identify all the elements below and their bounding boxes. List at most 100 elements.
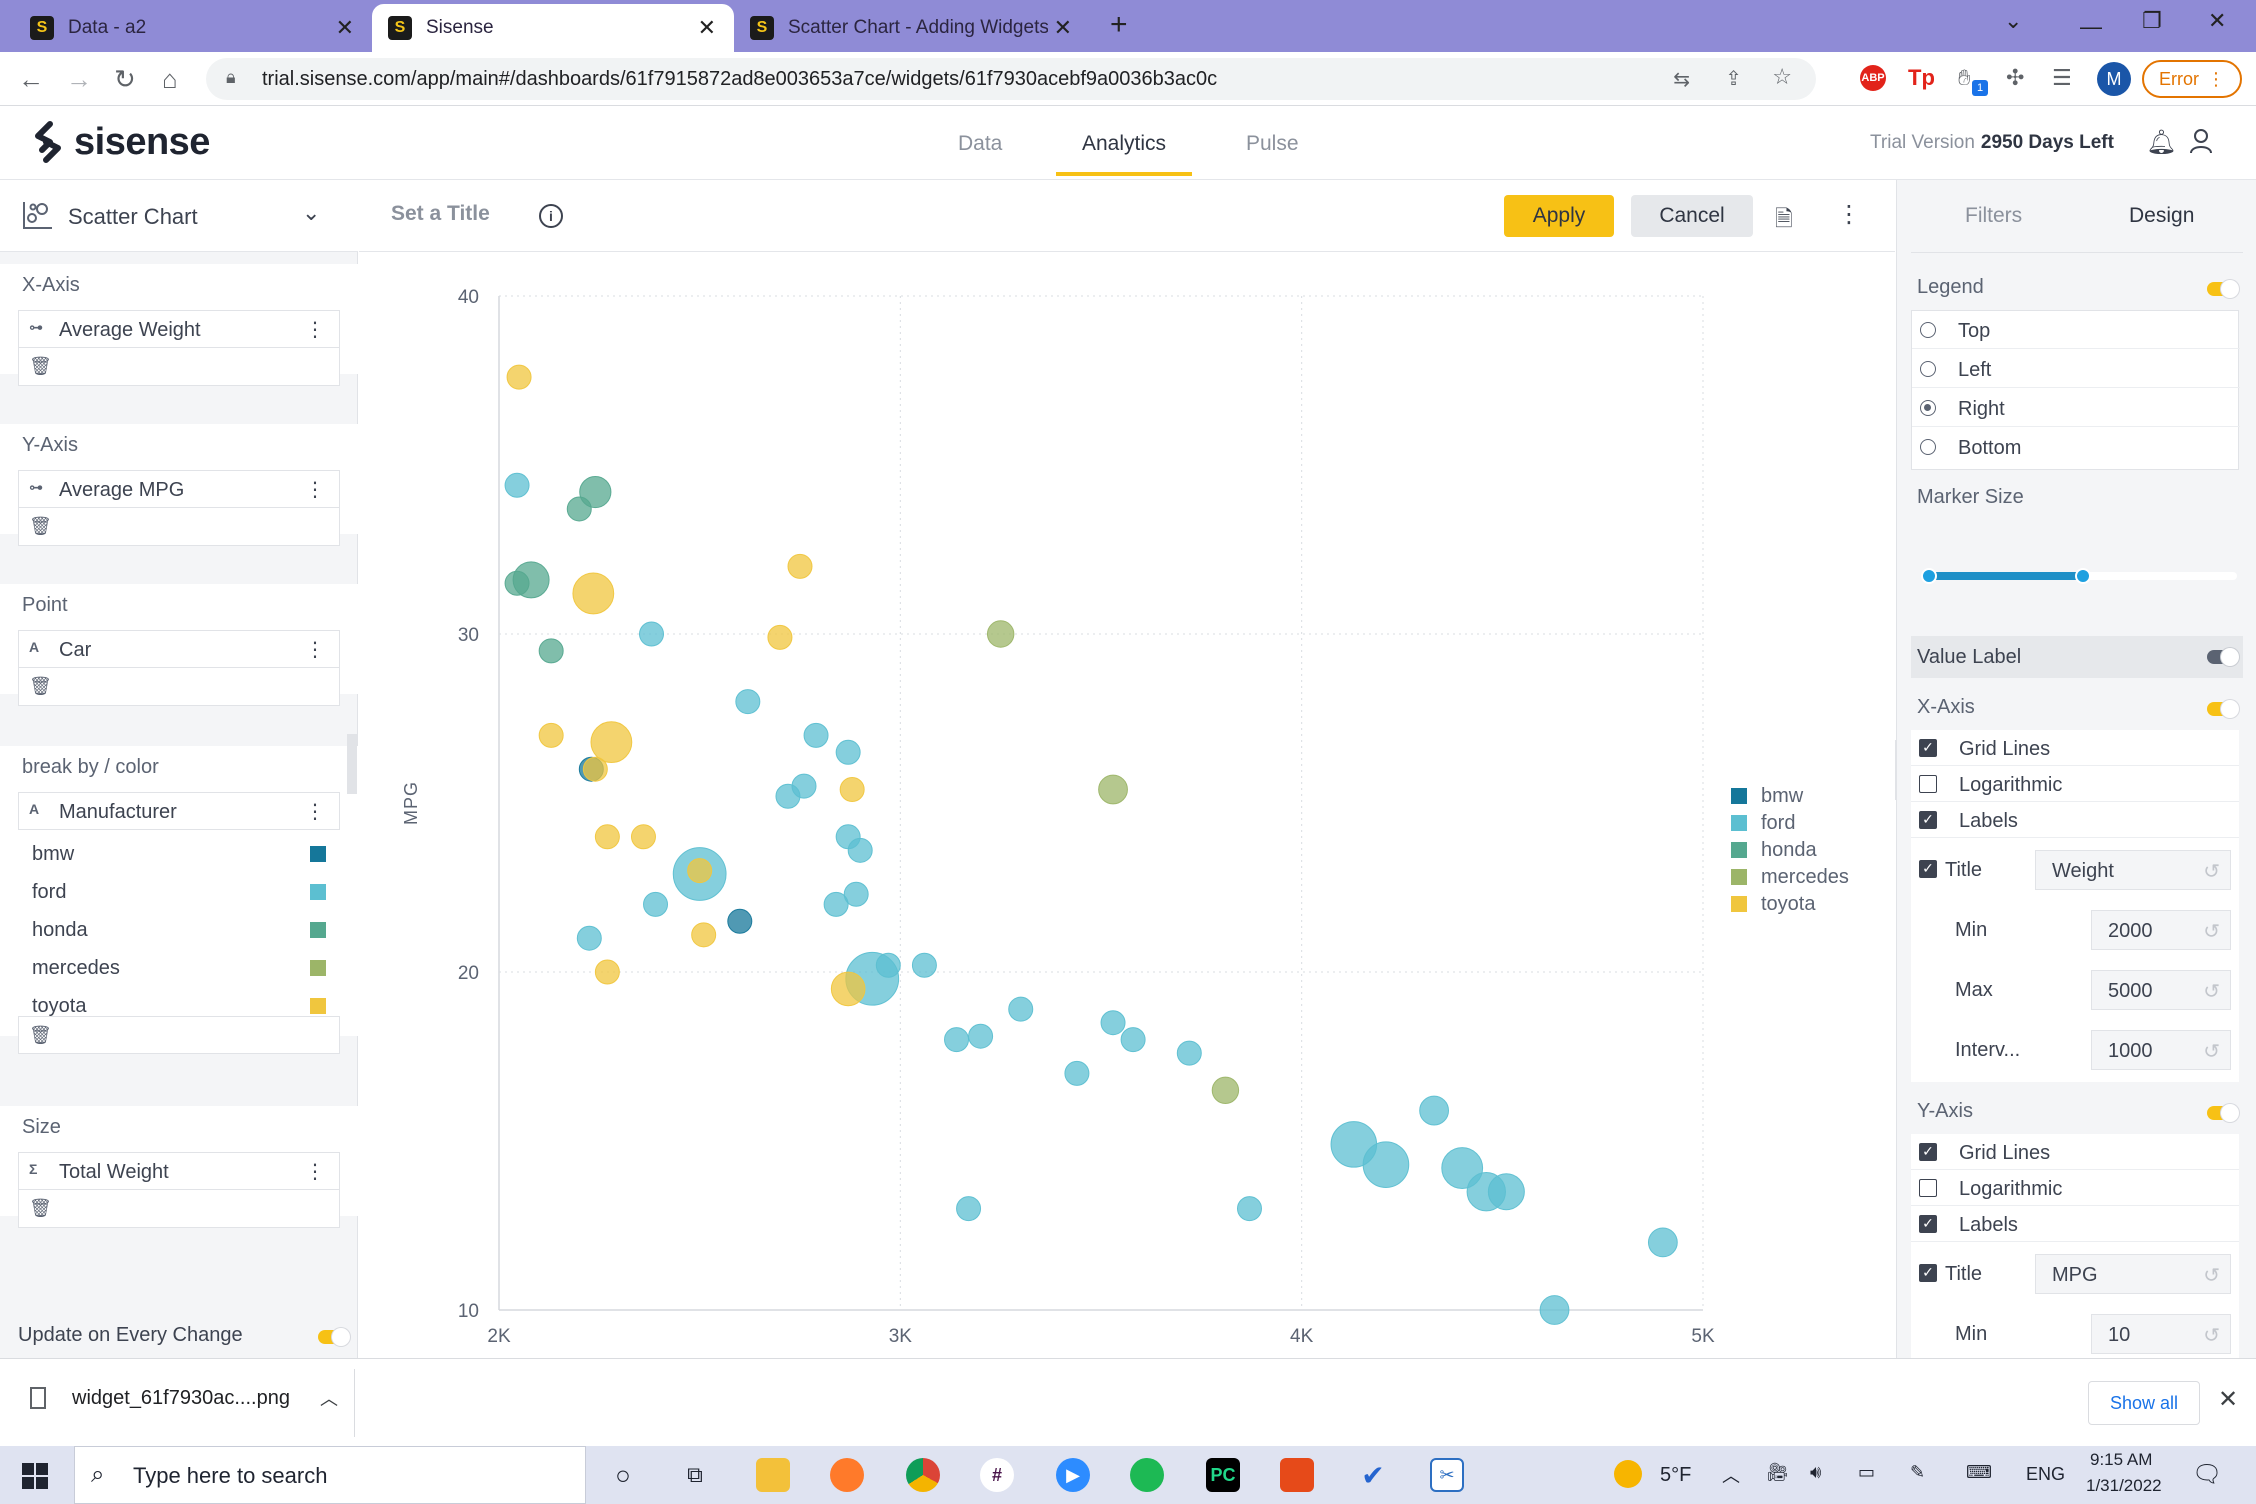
pen-icon[interactable]: ✎ xyxy=(1910,1462,1925,1483)
nav-data[interactable]: Data xyxy=(958,132,1002,156)
clock-time[interactable]: 9:15 AM xyxy=(2090,1450,2152,1470)
url-field[interactable]: 🔒︎ trial.sisense.com/app/main#/dashboard… xyxy=(206,58,1816,100)
close-window-icon[interactable]: ✕ xyxy=(2208,8,2226,34)
reload-icon[interactable]: ↻ xyxy=(114,64,136,95)
color-swatch[interactable] xyxy=(310,922,326,938)
xaxis-field[interactable]: ⊶ Average Weight ⋮ xyxy=(18,310,340,348)
profile-avatar[interactable]: M xyxy=(2097,62,2131,96)
color-swatch[interactable] xyxy=(310,884,326,900)
todo-check-icon[interactable]: ✔ xyxy=(1356,1458,1390,1492)
volume-icon[interactable]: 🔊︎ xyxy=(1810,1462,1821,1483)
radio-button[interactable] xyxy=(1920,322,1936,338)
taskbar-search-box[interactable]: ⌕ Type here to search xyxy=(74,1446,586,1504)
left-panel-collapse-handle[interactable] xyxy=(347,734,357,794)
point-field[interactable]: A Car ⋮ xyxy=(18,630,340,668)
trash-icon[interactable]: 🗑︎ xyxy=(29,1025,52,1046)
field-menu-icon[interactable]: ⋮ xyxy=(305,1159,325,1184)
field-menu-icon[interactable]: ⋮ xyxy=(305,799,325,824)
home-icon[interactable]: ⌂ xyxy=(162,64,178,95)
cancel-button[interactable]: Cancel xyxy=(1631,195,1753,237)
browser-tab-sisense[interactable]: S Sisense ✕ xyxy=(372,4,734,52)
close-icon[interactable]: ✕ xyxy=(698,15,716,41)
chart-type-selector[interactable]: Scatter Chart ⌄ xyxy=(0,180,358,252)
windows-start-icon[interactable] xyxy=(22,1463,48,1489)
xaxis-logarithmic-row[interactable]: Logarithmic xyxy=(1911,766,2239,802)
nav-analytics[interactable]: Analytics xyxy=(1082,132,1166,156)
firefox-icon[interactable] xyxy=(830,1458,864,1492)
yaxis-logarithmic-row[interactable]: Logarithmic xyxy=(1911,1170,2239,1206)
reset-icon[interactable]: ↺ xyxy=(2203,1039,2220,1064)
color-swatch[interactable] xyxy=(310,846,326,862)
marker-size-min-handle[interactable] xyxy=(1921,568,1937,584)
user-icon[interactable] xyxy=(2190,128,2212,154)
reset-icon[interactable]: ↺ xyxy=(2203,1263,2220,1288)
sisense-logo[interactable]: sisense xyxy=(30,120,210,164)
share-icon[interactable]: ⇪ xyxy=(1725,66,1742,91)
yaxis-labels-row[interactable]: ✓ Labels xyxy=(1911,1206,2239,1242)
trash-icon[interactable]: 🗑︎ xyxy=(29,356,52,377)
yaxis-settings-toggle[interactable] xyxy=(2207,1104,2239,1122)
pycharm-icon[interactable]: PC xyxy=(1206,1458,1240,1492)
extensions-puzzle-icon[interactable]: ✣ xyxy=(2006,65,2024,91)
checkbox[interactable]: ✓ xyxy=(1919,1143,1937,1161)
xaxis-min-input[interactable]: 2000 ↺ xyxy=(2091,910,2231,950)
size-field[interactable]: Σ Total Weight ⋮ xyxy=(18,1152,340,1190)
adblock-extension-icon[interactable]: ABP xyxy=(1860,65,1886,91)
trash-icon[interactable]: 🗑︎ xyxy=(29,1198,52,1219)
color-row-ford[interactable]: ford xyxy=(18,872,340,910)
yaxis-title-input[interactable]: MPG ↺ xyxy=(2035,1254,2231,1294)
meet-now-icon[interactable]: 🎥︎ xyxy=(1766,1462,1789,1483)
task-view-icon[interactable]: ⧉ xyxy=(678,1458,712,1492)
xaxis-title-input[interactable]: Weight ↺ xyxy=(2035,850,2231,890)
xaxis-title-checkbox[interactable]: ✓ xyxy=(1919,860,1937,878)
info-icon[interactable]: i xyxy=(539,204,563,228)
more-options-icon[interactable]: ⋮ xyxy=(1837,200,1861,229)
tab-design[interactable]: Design xyxy=(2129,204,2194,228)
translate-icon[interactable]: ⇆ xyxy=(1673,67,1690,92)
legend-option-left[interactable]: Left xyxy=(1912,350,2240,388)
weather-sun-icon[interactable] xyxy=(1614,1460,1642,1488)
new-tab-button[interactable]: + xyxy=(1110,8,1128,42)
color-row-honda[interactable]: honda xyxy=(18,910,340,948)
breakby-field[interactable]: A Manufacturer ⋮ xyxy=(18,792,340,830)
export-file-icon[interactable]: 🗎︎ xyxy=(1775,202,1793,240)
legend-toggle[interactable] xyxy=(2207,280,2239,298)
notifications-icon[interactable]: 🗨︎ xyxy=(2192,1460,2222,1489)
color-swatch[interactable] xyxy=(310,960,326,976)
input-language[interactable]: ENG xyxy=(2026,1464,2065,1485)
chrome-icon[interactable] xyxy=(906,1458,940,1492)
file-explorer-icon[interactable] xyxy=(756,1458,790,1492)
keyboard-icon[interactable]: ⌨ xyxy=(1966,1462,1992,1483)
checkbox[interactable] xyxy=(1919,775,1937,793)
legend-option-bottom[interactable]: Bottom xyxy=(1912,428,2240,466)
radio-button[interactable] xyxy=(1920,400,1936,416)
field-menu-icon[interactable]: ⋮ xyxy=(305,477,325,502)
xaxis-max-input[interactable]: 5000 ↺ xyxy=(2091,970,2231,1010)
reset-icon[interactable]: ↺ xyxy=(2203,1323,2220,1348)
checkbox[interactable]: ✓ xyxy=(1919,811,1937,829)
error-button[interactable]: Error ⋮ xyxy=(2142,60,2242,98)
close-icon[interactable]: ✕ xyxy=(1047,15,1072,41)
trash-icon[interactable]: 🗑︎ xyxy=(29,676,52,697)
clock-date[interactable]: 1/31/2022 xyxy=(2086,1476,2162,1496)
bookmark-star-icon[interactable]: ☆ xyxy=(1772,64,1792,90)
xaxis-settings-toggle[interactable] xyxy=(2207,700,2239,718)
close-icon[interactable]: ✕ xyxy=(336,15,354,41)
field-menu-icon[interactable]: ⋮ xyxy=(305,637,325,662)
update-on-change-toggle[interactable] xyxy=(318,1328,350,1346)
reset-icon[interactable]: ↺ xyxy=(2203,859,2220,884)
legend-option-right[interactable]: Right xyxy=(1912,389,2240,427)
xaxis-labels-row[interactable]: ✓ Labels xyxy=(1911,802,2239,838)
radio-button[interactable] xyxy=(1920,361,1936,377)
color-swatch[interactable] xyxy=(310,998,326,1014)
value-label-toggle[interactable] xyxy=(2207,648,2239,666)
back-icon[interactable]: ← xyxy=(18,64,44,95)
checkbox[interactable]: ✓ xyxy=(1919,739,1937,757)
browser-tab-scatter-docs[interactable]: S Scatter Chart - Adding Widgets t ✕ xyxy=(734,4,1090,52)
tab-filters[interactable]: Filters xyxy=(1965,204,2022,228)
widget-title-input[interactable]: Set a Title xyxy=(391,202,490,226)
chevron-up-icon[interactable]: ︿ xyxy=(320,1385,338,1411)
battery-icon[interactable]: ▭ xyxy=(1858,1462,1875,1483)
reading-list-icon[interactable]: ☰ xyxy=(2052,65,2072,91)
slack-icon[interactable]: # xyxy=(980,1458,1014,1492)
